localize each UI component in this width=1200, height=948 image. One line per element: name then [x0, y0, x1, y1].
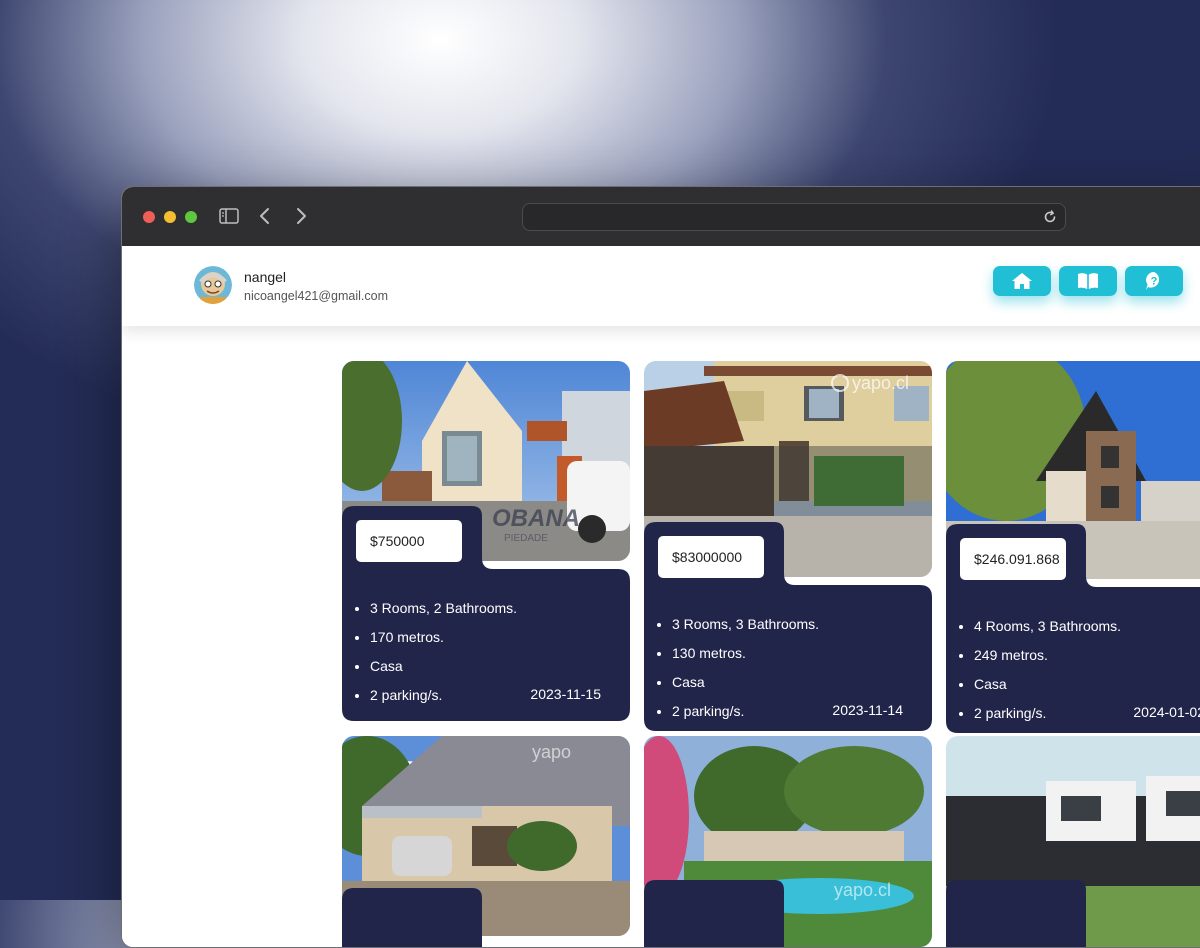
rooms-bathrooms: 4 Rooms, 3 Bathrooms. [974, 612, 1121, 641]
sidebar-toggle-icon[interactable] [218, 205, 240, 227]
listing-specs: 3 Rooms, 3 Bathrooms. 130 metros. Casa 2… [658, 610, 819, 726]
guide-button[interactable] [1059, 266, 1117, 296]
listing-info-panel [342, 888, 630, 947]
user-avatar[interactable] [194, 266, 232, 304]
listing-specs: 3 Rooms, 2 Bathrooms. 170 metros. Casa 2… [356, 594, 517, 710]
back-arrow-icon[interactable] [254, 205, 276, 227]
parking-count: 2 parking/s. [370, 681, 517, 710]
user-email: nicoangel421@gmail.com [244, 289, 389, 303]
book-icon [1078, 273, 1098, 289]
listing-card[interactable]: $246.091.868 4 Rooms, 3 Bathrooms. 249 m… [946, 361, 1200, 733]
price-tag: $83000000 [658, 536, 764, 578]
close-window-button[interactable] [143, 211, 155, 223]
rooms-bathrooms: 3 Rooms, 2 Bathrooms. [370, 594, 517, 623]
browser-window: nangel nicoangel421@gmail.com ? OBANA PI… [121, 186, 1200, 948]
listing-card[interactable]: yapo.cl [644, 736, 932, 947]
photo-watermark: yapo [532, 742, 571, 762]
listing-date: 2023-11-15 [530, 686, 601, 702]
listing-info-panel: $83000000 3 Rooms, 3 Bathrooms. 130 metr… [644, 522, 932, 731]
parking-count: 2 parking/s. [974, 699, 1121, 728]
svg-text:?: ? [1151, 276, 1158, 288]
listing-info-panel [946, 880, 1200, 947]
help-button[interactable]: ? [1125, 266, 1183, 296]
price-tag: $750000 [356, 520, 462, 562]
listing-card[interactable]: yapo [342, 736, 630, 947]
browser-toolbar [122, 187, 1200, 247]
area-meters: 249 metros. [974, 641, 1121, 670]
listing-card[interactable] [946, 736, 1200, 947]
help-icon: ? [1146, 272, 1160, 290]
maximize-window-button[interactable] [185, 211, 197, 223]
property-type: Casa [974, 670, 1121, 699]
area-meters: 130 metros. [672, 639, 819, 668]
listing-info-panel: $246.091.868 4 Rooms, 3 Bathrooms. 249 m… [946, 524, 1200, 733]
property-type: Casa [370, 652, 517, 681]
svg-text:yapo.cl: yapo.cl [852, 373, 909, 393]
minimize-window-button[interactable] [164, 211, 176, 223]
listing-card[interactable]: OBANA PIEDADE $750000 3 Rooms, 2 Bathroo… [342, 361, 630, 721]
top-header: nangel nicoangel421@gmail.com ? [122, 246, 1200, 326]
forward-arrow-icon[interactable] [290, 205, 312, 227]
listing-date: 2024-01-02 [1133, 704, 1200, 720]
page-content: nangel nicoangel421@gmail.com ? OBANA PI… [122, 246, 1200, 947]
listing-info-panel [644, 880, 932, 947]
home-icon [1012, 273, 1032, 289]
listing-date: 2023-11-14 [832, 702, 903, 718]
home-button[interactable] [993, 266, 1051, 296]
avatar-image [194, 266, 232, 304]
address-bar[interactable] [522, 203, 1066, 231]
rooms-bathrooms: 3 Rooms, 3 Bathrooms. [672, 610, 819, 639]
reload-icon[interactable] [1041, 208, 1059, 226]
price-tag: $246.091.868 [960, 538, 1066, 580]
listing-specs: 4 Rooms, 3 Bathrooms. 249 metros. Casa 2… [960, 612, 1121, 728]
property-type: Casa [672, 668, 819, 697]
area-meters: 170 metros. [370, 623, 517, 652]
parking-count: 2 parking/s. [672, 697, 819, 726]
listing-info-panel: $750000 3 Rooms, 2 Bathrooms. 170 metros… [342, 506, 630, 721]
listing-card[interactable]: yapo.cl $83000000 3 Rooms, 3 Bathrooms. … [644, 361, 932, 731]
user-name: nangel [244, 269, 287, 285]
